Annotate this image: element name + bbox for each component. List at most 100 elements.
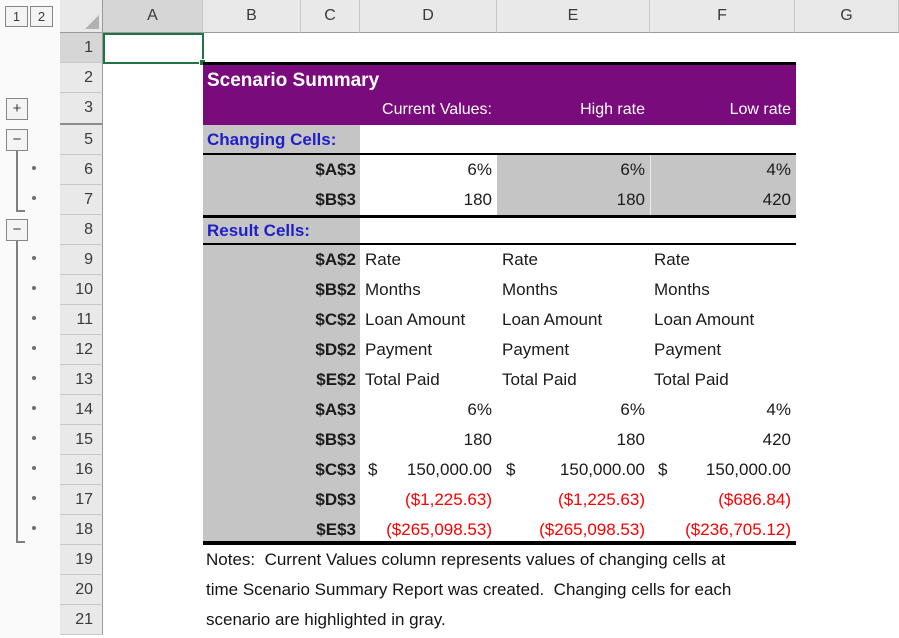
outline-level-1-button[interactable]: 1 [5, 6, 28, 27]
cell-value[interactable]: 420 [650, 185, 791, 215]
column-header-e[interactable]: E [497, 0, 650, 33]
outline-gutter: 1 2 + − − [0, 0, 60, 638]
cell-value[interactable]: Payment [654, 335, 794, 365]
currency-symbol: $ [506, 455, 522, 485]
cell-value[interactable]: 6% [500, 395, 645, 425]
column-header-a[interactable]: A [103, 0, 203, 33]
row-header-8[interactable]: 8 [60, 215, 103, 245]
cell-value[interactable]: 4% [650, 155, 791, 185]
cell-ref[interactable]: $A$2 [210, 245, 356, 275]
cell-value[interactable]: ($1,225.63) [500, 485, 645, 515]
outline-bracket-1 [16, 151, 18, 212]
row-header-11[interactable]: 11 [60, 305, 103, 335]
row-header-20[interactable]: 20 [60, 575, 103, 605]
cell-value[interactable]: Loan Amount [365, 305, 495, 335]
outline-row-dot [32, 196, 36, 200]
cell-value[interactable]: 180 [500, 185, 645, 215]
column-header-g[interactable]: G [795, 0, 899, 33]
row-header-2[interactable]: 2 [60, 63, 103, 93]
cell-value[interactable]: 180 [365, 425, 492, 455]
cell-value[interactable]: Total Paid [654, 365, 794, 395]
cell-value[interactable]: 180 [365, 185, 492, 215]
summary-title[interactable]: Scenario Summary [207, 65, 607, 95]
section-label-result-cells[interactable]: Result Cells: [207, 217, 357, 244]
row-header-12[interactable]: 12 [60, 335, 103, 365]
column-header-c[interactable]: C [301, 0, 360, 33]
column-label-high-rate[interactable]: High rate [497, 95, 645, 125]
cell-value[interactable]: 6% [500, 155, 645, 185]
cell-value[interactable]: Loan Amount [502, 305, 645, 335]
row-header-19[interactable]: 19 [60, 545, 103, 575]
spreadsheet: 1 2 + − − A B C D E F G 1 2 3 5 6 7 8 9 … [0, 0, 899, 638]
notes-line-3[interactable]: scenario are highlighted in gray. [206, 605, 446, 635]
cell-value[interactable]: 6% [365, 395, 492, 425]
cell-value[interactable]: 150,000.00 [385, 455, 492, 485]
cell-value[interactable]: ($686.84) [650, 485, 791, 515]
row-header-15[interactable]: 15 [60, 425, 103, 455]
cell-ref[interactable]: $B$2 [210, 275, 356, 305]
outline-bracket-1-foot [16, 210, 25, 212]
outline-level-2-button[interactable]: 2 [30, 6, 53, 27]
notes-line-2[interactable]: time Scenario Summary Report was created… [206, 575, 731, 605]
row-header-16[interactable]: 16 [60, 455, 103, 485]
cell-value[interactable]: 180 [500, 425, 645, 455]
column-header-f[interactable]: F [650, 0, 795, 33]
cell-value[interactable]: Rate [654, 245, 794, 275]
cell-value[interactable]: Payment [365, 335, 495, 365]
outline-row-dot [32, 526, 36, 530]
cell-ref[interactable]: $C$3 [210, 455, 356, 485]
cell-value[interactable]: Months [502, 275, 645, 305]
row-header-5[interactable]: 5 [60, 125, 103, 155]
currency-symbol: $ [368, 455, 384, 485]
cell-value[interactable]: Months [365, 275, 495, 305]
cell-ref[interactable]: $A$3 [210, 155, 356, 185]
outline-collapse-button-1[interactable]: − [6, 129, 28, 151]
outline-row-dot [32, 436, 36, 440]
row-header-13[interactable]: 13 [60, 365, 103, 395]
cell-value[interactable]: ($1,225.63) [365, 485, 492, 515]
select-all-button[interactable] [60, 0, 103, 33]
cell-ref[interactable]: $A$3 [210, 395, 356, 425]
row-header-14[interactable]: 14 [60, 395, 103, 425]
outline-bracket-2-foot [16, 541, 25, 543]
row-header-18[interactable]: 18 [60, 515, 103, 545]
cell-ref[interactable]: $B$3 [210, 185, 356, 215]
row-header-9[interactable]: 9 [60, 245, 103, 275]
cell-value[interactable]: Rate [365, 245, 495, 275]
cell-ref[interactable]: $D$3 [210, 485, 356, 515]
cell-value[interactable]: 150,000.00 [673, 455, 791, 485]
column-header-b[interactable]: B [203, 0, 301, 33]
cell-value[interactable]: Rate [502, 245, 645, 275]
notes-line-1[interactable]: Notes: Current Values column represents … [206, 545, 725, 575]
cell-value[interactable]: Total Paid [502, 365, 645, 395]
row-header-1[interactable]: 1 [60, 33, 103, 63]
column-label-current-values[interactable]: Current Values: [355, 95, 492, 125]
cell-ref[interactable]: $C$2 [210, 305, 356, 335]
section-label-changing-cells[interactable]: Changing Cells: [207, 125, 357, 155]
column-header-d[interactable]: D [360, 0, 497, 33]
row-header-6[interactable]: 6 [60, 155, 103, 185]
cell-value[interactable]: 4% [650, 395, 791, 425]
outline-expand-button[interactable]: + [6, 98, 28, 120]
currency-symbol: $ [658, 455, 674, 485]
outline-collapse-button-2[interactable]: − [6, 219, 28, 241]
row-header-21[interactable]: 21 [60, 605, 103, 635]
row-header-7[interactable]: 7 [60, 185, 103, 215]
selected-cell[interactable] [103, 33, 204, 64]
cell-ref[interactable]: $B$3 [210, 425, 356, 455]
row-header-17[interactable]: 17 [60, 485, 103, 515]
cell-value[interactable]: Months [654, 275, 794, 305]
cell-ref[interactable]: $D$2 [210, 335, 356, 365]
row-header-3-hidden-row-divider[interactable]: 3 [60, 93, 103, 125]
row-header-10[interactable]: 10 [60, 275, 103, 305]
cell-value[interactable]: 6% [365, 155, 492, 185]
cell-value[interactable]: 420 [650, 425, 791, 455]
cell-value[interactable]: Total Paid [365, 365, 495, 395]
cell-ref[interactable]: $E$2 [210, 365, 356, 395]
cell-value[interactable]: Loan Amount [654, 305, 794, 335]
cell-value[interactable]: Payment [502, 335, 645, 365]
outline-row-dot [32, 406, 36, 410]
outline-row-dot [32, 376, 36, 380]
column-label-low-rate[interactable]: Low rate [643, 95, 791, 125]
cell-value[interactable]: 150,000.00 [523, 455, 645, 485]
